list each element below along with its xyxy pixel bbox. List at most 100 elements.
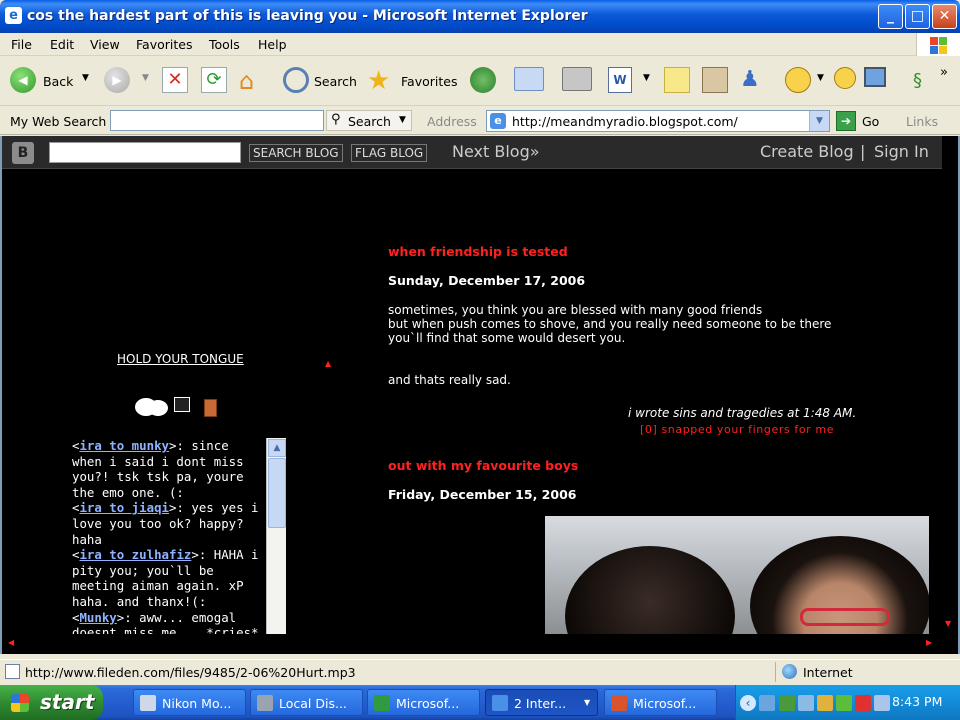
mywebsearch-search-button[interactable]: ⚲ Search ▼ [326,110,412,131]
smiley-icon[interactable] [785,67,811,97]
messenger-tray-icon[interactable] [836,695,852,711]
scroll-thumb[interactable] [268,458,286,528]
system-tray: ‹ 8:43 PM [735,685,960,720]
maximize-button[interactable]: □ [905,4,930,29]
minimize-button[interactable]: _ [878,4,903,29]
mywebsearch-input[interactable] [110,110,324,131]
blog-search-input[interactable] [49,142,241,163]
chat-message: <ira to munky>: since when i said i dont… [72,438,244,500]
page-status-icon [5,664,20,679]
tray-folder-icon[interactable] [817,695,833,711]
edit-word-icon[interactable]: W [608,67,632,93]
tray-app-icon[interactable] [779,695,795,711]
task-excel[interactable]: Microsof... [367,689,480,716]
toolbar-chevron[interactable]: » [940,65,948,80]
back-arrow-icon: ◀ [10,67,36,93]
menu-tools[interactable]: Tools [209,37,240,52]
post-date: Sunday, December 17, 2006 [388,273,586,288]
forward-button[interactable]: ▶ [104,67,130,97]
favorites-star-icon[interactable]: ★ [367,67,390,97]
tray-m-icon[interactable] [855,695,871,711]
chat-message: <ira to jiaqi>: yes yes i love you too o… [72,500,259,547]
next-blog-link[interactable]: Next Blog» [452,142,540,161]
address-label: Address [427,114,477,129]
taskbar: start Nikon Mo... Local Dis... Microsof.… [0,685,960,720]
blogger-logo-icon[interactable]: B [12,142,34,164]
scroll-down-icon[interactable]: ▼ [945,619,951,628]
post-title[interactable]: when friendship is tested [388,244,568,259]
edit-dropdown-icon[interactable]: ▼ [643,73,650,83]
menu-view[interactable]: View [90,37,120,52]
start-button[interactable]: start [0,685,103,720]
go-arrow-icon[interactable]: ➔ [836,111,856,131]
scroll-up-icon[interactable]: ▲ [268,439,286,457]
red-arrow-icon: ▲ [325,359,332,368]
powerpoint-icon [611,695,627,711]
task-label: Microsof... [396,696,460,711]
clock[interactable]: 8:43 PM [892,694,942,709]
chat-author-link[interactable]: Munky [79,610,116,625]
tray-expand-icon[interactable]: ‹ [740,695,756,711]
home-icon[interactable]: ⌂ [239,67,267,95]
chat-message: <ira to zulhafiz>: HAHA i pity you; you`… [72,547,259,609]
emoticon-icon[interactable] [834,67,856,97]
task-powerpoint[interactable]: Microsof... [604,689,717,716]
tagboard[interactable]: <ira to munky>: since when i said i dont… [68,438,288,634]
sign-in-link[interactable]: Sign In [874,142,929,161]
chat-author-link[interactable]: ira to jiaqi [79,500,169,515]
discuss-icon[interactable] [664,67,690,93]
security-zone: Internet [803,665,853,680]
links-label[interactable]: Links [906,114,938,129]
plugin-icon[interactable]: § [913,67,922,97]
smiley-dropdown-icon[interactable]: ▼ [817,73,824,83]
create-blog-link[interactable]: Create Blog [760,142,854,161]
search-label[interactable]: Search [314,74,357,89]
search-dropdown-icon: ▼ [399,115,406,125]
post-title[interactable]: out with my favourite boys [388,458,578,473]
post-line: you`ll find that some would desert you. [388,331,626,345]
refresh-icon[interactable]: ⟳ [201,67,227,93]
monitor-icon[interactable] [864,67,886,87]
address-url[interactable]: http://meandmyradio.blogspot.com/ [512,114,738,129]
flag-blog-button[interactable]: FLAG BLOG [351,144,428,162]
forward-arrow-icon: ▶ [104,67,130,93]
mail-icon[interactable] [514,67,544,91]
back-button[interactable]: ◀ [10,67,36,97]
research-icon[interactable] [702,67,728,93]
task-local-disk[interactable]: Local Dis... [250,689,363,716]
menu-edit[interactable]: Edit [50,37,74,52]
address-input[interactable]: e http://meandmyradio.blogspot.com/ ▼ [486,110,830,132]
menu-help[interactable]: Help [258,37,287,52]
address-dropdown-icon[interactable]: ▼ [809,111,829,131]
history-icon[interactable] [470,67,496,97]
nikon-icon [140,695,156,711]
close-button[interactable]: ✕ [932,4,957,29]
post-line: sometimes, you think you are blessed wit… [388,303,763,317]
tray-monitor-icon[interactable] [798,695,814,711]
comments-link[interactable]: [0] snapped your fingers for me [640,423,834,436]
tagboard-scrollbar[interactable]: ▲ [266,438,286,634]
search-blog-button[interactable]: SEARCH BLOG [249,144,343,162]
forward-dropdown-icon[interactable]: ▼ [142,73,149,83]
task-internet-explorer[interactable]: 2 Inter... ▼ [485,689,598,716]
back-label[interactable]: Back [43,74,73,89]
chat-author-link[interactable]: ira to zulhafiz [79,547,191,562]
scroll-left-icon[interactable]: ◀ [8,638,14,647]
go-button[interactable]: Go [862,114,879,129]
hold-your-tongue-link[interactable]: HOLD YOUR TONGUE [117,352,244,366]
chat-author-link[interactable]: ira to munky [79,438,169,453]
page-icon: e [490,113,506,129]
favorites-label[interactable]: Favorites [401,74,457,89]
back-dropdown-icon[interactable]: ▼ [82,73,89,83]
volume-icon[interactable] [874,695,890,711]
ie-icon [492,695,508,711]
task-nikon[interactable]: Nikon Mo... [133,689,246,716]
messenger-icon[interactable]: ♟ [740,67,768,93]
scroll-right-icon[interactable]: ▶ [926,638,932,647]
network-icon[interactable] [759,695,775,711]
stop-icon[interactable]: ✕ [162,67,188,93]
search-icon[interactable] [283,67,309,93]
print-icon[interactable] [562,67,592,91]
menu-file[interactable]: File [11,37,32,52]
menu-favorites[interactable]: Favorites [136,37,192,52]
